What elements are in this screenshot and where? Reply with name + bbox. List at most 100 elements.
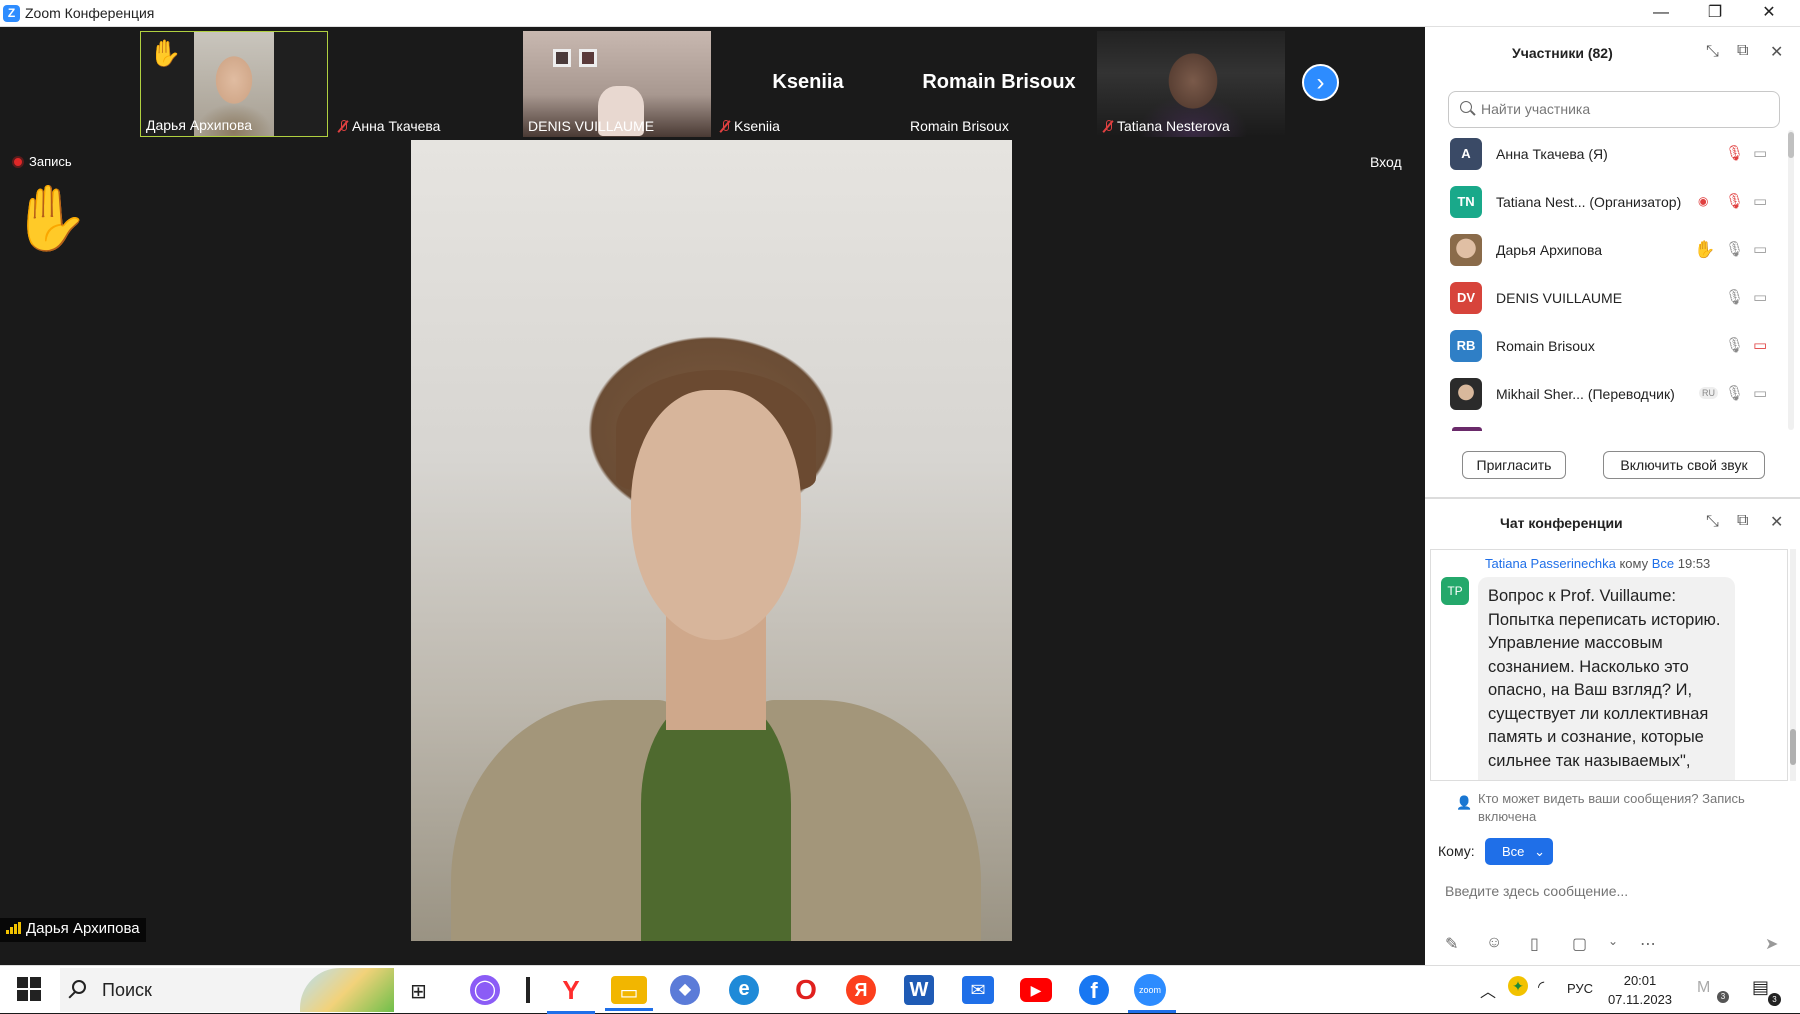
alice-icon[interactable]: ◯: [470, 975, 500, 1005]
emoji-icon[interactable]: ☺: [1486, 934, 1502, 952]
participant-name: Romain Brisoux: [1496, 338, 1595, 354]
yandex-icon[interactable]: Я: [846, 975, 876, 1005]
word-icon[interactable]: W: [904, 975, 934, 1005]
chat-visibility-note[interactable]: 👤 Кто может видеть ваши сообщения? Запис…: [1450, 790, 1790, 826]
raised-hand-icon: ✋: [1694, 240, 1716, 259]
task-view-icon[interactable]: ⊞: [410, 979, 427, 1004]
avatar: [1450, 234, 1482, 266]
recording-indicator[interactable]: Запись: [12, 154, 72, 169]
notifications-icon[interactable]: ▤: [1752, 977, 1769, 998]
video-thumbnail[interactable]: Romain Brisoux Romain Brisoux: [905, 31, 1093, 137]
file-explorer-icon[interactable]: ▭: [605, 976, 653, 1011]
unmute-self-button[interactable]: Включить свой звук: [1603, 451, 1765, 479]
participant-row[interactable]: Mikhail Sher... (Переводчик) RU 🎙 ▭: [1448, 371, 1778, 419]
speaker-face: [631, 390, 801, 640]
participant-row[interactable]: RB Romain Brisoux 🎙 ▭: [1448, 323, 1778, 371]
chat-time: 19:53: [1677, 556, 1711, 571]
participant-name: Анна Ткачева: [1496, 146, 1585, 162]
wall-frame: [553, 49, 571, 67]
zoom-icon[interactable]: zoom: [1128, 974, 1176, 1013]
edge-icon[interactable]: e: [729, 975, 759, 1005]
camera-off-icon[interactable]: ▭: [1753, 240, 1767, 258]
participant-row[interactable]: DV DENIS VUILLAUME 🎙 ▭: [1448, 275, 1778, 323]
collapse-icon[interactable]: ⤡: [1706, 513, 1719, 531]
input-language[interactable]: РУС: [1567, 981, 1593, 996]
thumbnail-big-name: Kseniia: [772, 71, 844, 93]
next-page-button[interactable]: ›: [1302, 64, 1339, 101]
collapse-icon[interactable]: ⤡: [1706, 43, 1719, 61]
close-chat-icon[interactable]: ✕: [1770, 512, 1783, 532]
popout-icon[interactable]: ⧉: [1737, 42, 1748, 60]
mic-muted-icon[interactable]: 🎙: [1725, 192, 1744, 210]
chat-recipient[interactable]: Все: [1652, 556, 1674, 571]
wall-frame: [579, 49, 597, 67]
thumbnail-name: Romain Brisoux: [910, 118, 1009, 134]
participants-title: Участники (82): [1512, 45, 1613, 61]
active-speaker-video: [411, 140, 1012, 941]
camera-off-icon[interactable]: ▭: [1753, 384, 1767, 402]
recipient-select[interactable]: Все ⌄: [1485, 838, 1553, 865]
send-icon[interactable]: ➤: [1765, 934, 1778, 954]
mic-icon[interactable]: 🎙: [1725, 288, 1744, 306]
minimize-button[interactable]: —: [1638, 0, 1684, 27]
taskbar-clock[interactable]: 20:01 07.11.2023: [1600, 971, 1680, 1009]
screenshot-icon[interactable]: ▢: [1572, 934, 1587, 954]
panel-divider[interactable]: [1425, 497, 1800, 499]
participant-name: Mikhail Sher...: [1496, 386, 1584, 402]
video-thumbnail[interactable]: Kseniia Kseniia: [714, 31, 902, 137]
facebook-icon[interactable]: f: [1079, 975, 1109, 1005]
tray-app-icon[interactable]: ✦: [1508, 976, 1528, 996]
participants-scrollbar[interactable]: [1788, 130, 1794, 430]
copilot-icon[interactable]: ◆: [670, 975, 700, 1005]
file-icon[interactable]: ▯: [1530, 934, 1539, 954]
mail-icon[interactable]: ✉: [962, 976, 994, 1004]
clock-time: 20:01: [1623, 973, 1657, 988]
mic-muted-icon[interactable]: 🎙: [1725, 144, 1744, 162]
taskbar-search[interactable]: Поиск: [60, 968, 394, 1012]
invite-button[interactable]: Пригласить: [1462, 451, 1566, 479]
chat-input[interactable]: [1445, 879, 1785, 903]
camera-off-icon[interactable]: ▭: [1753, 144, 1767, 162]
mic-icon[interactable]: 🎙: [1725, 336, 1744, 354]
chevron-down-icon[interactable]: ⌄: [1608, 934, 1618, 948]
mic-icon[interactable]: 🎙: [1725, 240, 1744, 258]
search-placeholder: Найти участника: [1481, 101, 1591, 117]
enter-label[interactable]: Вход: [1370, 154, 1402, 170]
camera-off-icon[interactable]: ▭: [1753, 288, 1767, 306]
windows-start-icon[interactable]: [17, 977, 41, 1001]
chat-scrollbar[interactable]: [1790, 549, 1796, 781]
participant-row[interactable]: A Анна Ткачева (Я) 🎙 ▭: [1448, 131, 1778, 179]
video-thumbnail[interactable]: DENIS VUILLAUME: [523, 31, 711, 137]
close-window-button[interactable]: ✕: [1746, 0, 1792, 27]
close-panel-icon[interactable]: ✕: [1770, 42, 1783, 62]
widgets-divider-icon: [526, 977, 530, 1003]
search-highlight-image: [300, 968, 394, 1012]
mic-icon[interactable]: 🎙: [1725, 384, 1744, 402]
chat-title: Чат конференции: [1500, 515, 1623, 531]
raised-hand-icon: ✋: [149, 38, 182, 68]
video-thumbnail[interactable]: ✋ Дарья Архипова: [140, 31, 328, 137]
avatar: DV: [1450, 282, 1482, 314]
recipient-label: Кому:: [1438, 843, 1475, 859]
mic-muted-icon: [719, 120, 731, 133]
format-icon[interactable]: ✎: [1445, 934, 1458, 954]
restore-button[interactable]: ❐: [1692, 0, 1738, 27]
video-thumbnail[interactable]: Tatiana Nesterova: [1097, 31, 1285, 137]
more-icon[interactable]: ⋯: [1640, 934, 1656, 954]
video-thumbnail[interactable]: Анна Ткачева: [332, 31, 520, 137]
camera-off-icon[interactable]: ▭: [1753, 336, 1767, 354]
wifi-icon[interactable]: ◜: [1538, 977, 1544, 997]
chat-message-meta: Tatiana Passerinechka кому Все 19:53: [1485, 556, 1710, 571]
search-icon: [1460, 101, 1472, 113]
participant-row[interactable]: Дарья Архипова ✋ 🎙 ▭: [1448, 227, 1778, 275]
camera-off-icon[interactable]: ▭: [1753, 192, 1767, 210]
popout-icon[interactable]: ⧉: [1737, 512, 1748, 530]
youtube-icon[interactable]: ▶: [1020, 978, 1052, 1002]
show-hidden-icons-chevron-icon[interactable]: ︿: [1480, 978, 1496, 1002]
participant-row[interactable]: TN Tatiana Nest... (Организатор) ◉ 🎙 ▭: [1448, 179, 1778, 227]
yandex-browser-icon[interactable]: Y: [547, 973, 595, 1014]
participant-search-input[interactable]: Найти участника: [1448, 91, 1780, 128]
opera-icon[interactable]: O: [788, 973, 824, 1007]
avatar: TN: [1450, 186, 1482, 218]
chat-sender[interactable]: Tatiana Passerinechka: [1485, 556, 1616, 571]
